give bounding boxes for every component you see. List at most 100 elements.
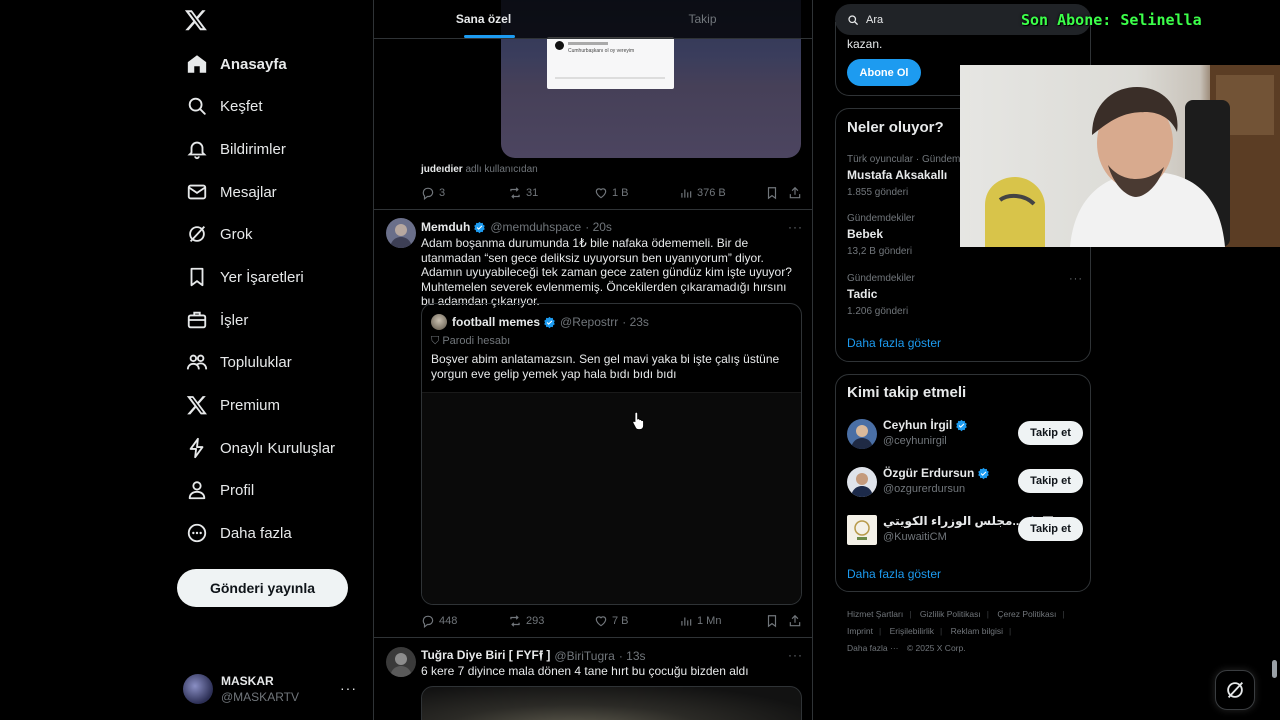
footer-link[interactable]: Hizmet Şartları <box>847 609 903 619</box>
nav-label: Grok <box>220 225 253 243</box>
show-more-trends-link[interactable]: Daha fazla göster <box>847 336 941 350</box>
reply-button[interactable]: 3 <box>421 186 445 200</box>
tab-for-you[interactable]: Sana özel <box>374 0 593 38</box>
tweet-header: Tuğra Diye Biri [ FYF𝖋 ] @BiriTugra · 13… <box>421 648 646 663</box>
post-button[interactable]: Gönderi yayınla <box>177 569 348 607</box>
follow-suggestion[interactable]: Özgür Erdursun @ozgurerdursun Takip et <box>847 465 1083 501</box>
avatar <box>847 419 877 449</box>
more-dots-icon[interactable]: ··· <box>788 648 803 662</box>
repost-button[interactable]: 293 <box>508 614 544 628</box>
follow-button[interactable]: Takip et <box>1018 469 1083 493</box>
quoted-tweet[interactable]: football memes @Repostrr · 23s ⛉ Parodi … <box>421 303 802 605</box>
footer-link[interactable]: Daha fazla ··· <box>847 643 899 653</box>
footer-link[interactable]: Reklam bilgisi <box>951 626 1003 636</box>
like-count: 1 B <box>612 187 629 199</box>
footer-link[interactable]: Imprint <box>847 626 873 636</box>
heart-icon <box>595 188 607 199</box>
share-button[interactable] <box>788 186 806 200</box>
views-chart-icon <box>681 617 692 626</box>
bookmark-button[interactable] <box>765 614 783 628</box>
views-button[interactable]: 1 Mn <box>679 614 721 628</box>
author-name[interactable]: Memduh <box>421 220 470 234</box>
avatar <box>183 674 213 704</box>
media-credit-user[interactable]: judeıdier <box>421 164 463 175</box>
tweet-actions: 3 31 1 B 376 B <box>421 184 803 202</box>
bookmark-icon <box>767 187 777 200</box>
trend-item[interactable]: Gündemdekiler Tadic 1.206 gönderi ··· <box>847 273 1083 317</box>
post-time[interactable]: · 13s <box>619 649 646 663</box>
copyright: © 2025 X Corp. <box>906 643 966 653</box>
nav-jobs[interactable]: İşler <box>180 302 254 338</box>
grok-floating-button[interactable] <box>1215 670 1255 710</box>
like-button[interactable]: 1 B <box>594 186 629 200</box>
nav-profile[interactable]: Profil <box>180 472 260 508</box>
bookmark-button[interactable] <box>765 186 783 200</box>
author-handle[interactable]: @BiriTugra <box>554 649 614 663</box>
more-circle-icon <box>187 523 207 543</box>
like-button[interactable]: 7 B <box>594 614 629 628</box>
follow-suggestion[interactable]: Ceyhun İrgil @ceyhunirgil Takip et <box>847 417 1083 453</box>
nav-bookmarks[interactable]: Yer İşaretleri <box>180 259 310 295</box>
who-to-follow-title: Kimi takip etmeli <box>847 384 967 401</box>
footer-link[interactable]: Erişilebilirlik <box>890 626 934 636</box>
avatar[interactable] <box>386 218 416 248</box>
user-handle: @ozgurerdursun <box>883 483 966 495</box>
nav-label: Yer İşaretleri <box>220 268 304 286</box>
page-scrollbar[interactable] <box>1272 660 1277 678</box>
tweet-actions: 448 293 7 B 1 Mn <box>421 612 803 630</box>
nav-more[interactable]: Daha fazla <box>180 515 298 551</box>
avatar <box>431 314 447 330</box>
views-button[interactable]: 376 B <box>679 186 726 200</box>
nav-label: Premium <box>220 396 281 414</box>
nav-home[interactable]: Anasayfa <box>180 46 293 82</box>
share-button[interactable] <box>788 614 806 628</box>
nav-label: Topluluklar <box>220 353 292 371</box>
footer-link[interactable]: Çerez Politikası <box>997 609 1056 619</box>
nav-notifications[interactable]: Bildirimler <box>180 131 292 167</box>
more-dots-icon[interactable]: ··· <box>1069 273 1083 285</box>
nav-verified-orgs[interactable]: Onaylı Kuruluşlar <box>180 430 341 466</box>
grok-icon <box>189 226 206 242</box>
subscribe-button[interactable]: Abone Ol <box>847 59 921 86</box>
author-handle[interactable]: @memduhspace <box>490 220 581 234</box>
tweet-media[interactable] <box>421 686 802 720</box>
nav-label: Onaylı Kuruluşlar <box>220 439 336 457</box>
author-name[interactable]: Tuğra Diye Biri [ FYF𝖋 ] <box>421 648 550 663</box>
quoted-tweet-text: Boşver abim anlatamazsın. Sen gel mavi y… <box>431 352 780 381</box>
x-logo-icon <box>186 396 207 415</box>
avatar[interactable] <box>386 647 416 677</box>
media-credit: judeıdier adlı kullanıcıdan <box>421 164 538 175</box>
account-switcher[interactable]: MASKAR @MASKARTV ··· <box>183 670 363 708</box>
nav-messages[interactable]: Mesajlar <box>180 174 283 210</box>
reply-count: 448 <box>439 615 458 627</box>
repost-icon <box>510 615 520 627</box>
user-handle: @ceyhunirgil <box>883 435 947 447</box>
quoted-tweet-video[interactable] <box>422 392 801 604</box>
footer-link[interactable]: Gizlilik Politikası <box>920 609 981 619</box>
nav-grok[interactable]: Grok <box>180 216 259 252</box>
footer-links: Hizmet Şartları | Gizlilik Politikası | Çe… <box>847 609 1065 653</box>
x-logo-icon[interactable] <box>184 8 208 32</box>
post-time[interactable]: · 20s <box>585 220 612 234</box>
follow-button[interactable]: Takip et <box>1018 517 1083 541</box>
nav-explore[interactable]: Keşfet <box>180 88 269 124</box>
nav-premium[interactable]: Premium <box>180 387 286 423</box>
reply-button[interactable]: 448 <box>421 614 457 628</box>
follow-button[interactable]: Takip et <box>1018 421 1083 445</box>
nav-label: Anasayfa <box>220 55 287 73</box>
lightning-icon <box>189 437 204 459</box>
tab-following[interactable]: Takip <box>593 0 812 38</box>
author-handle: @Repostrr <box>560 315 619 329</box>
parody-label: ⛉ Parodi hesabı <box>431 335 510 348</box>
repost-button[interactable]: 31 <box>508 186 538 200</box>
more-dots-icon[interactable]: ··· <box>788 220 803 234</box>
user-name: مجلس الوزراء الكويتي... <box>883 514 1023 528</box>
follow-suggestion[interactable]: مجلس الوزراء الكويتي... @KuwaitiCM Takip… <box>847 513 1083 549</box>
grok-icon <box>1227 682 1244 698</box>
trend-count: 13,2 B gönderi <box>847 246 913 257</box>
nav-communities[interactable]: Topluluklar <box>180 344 298 380</box>
more-dots-icon[interactable]: ··· <box>340 680 357 696</box>
show-more-follow-link[interactable]: Daha fazla göster <box>847 567 941 581</box>
tweet-header: Memduh @memduhspace · 20s <box>421 220 612 234</box>
home-icon <box>187 55 207 73</box>
